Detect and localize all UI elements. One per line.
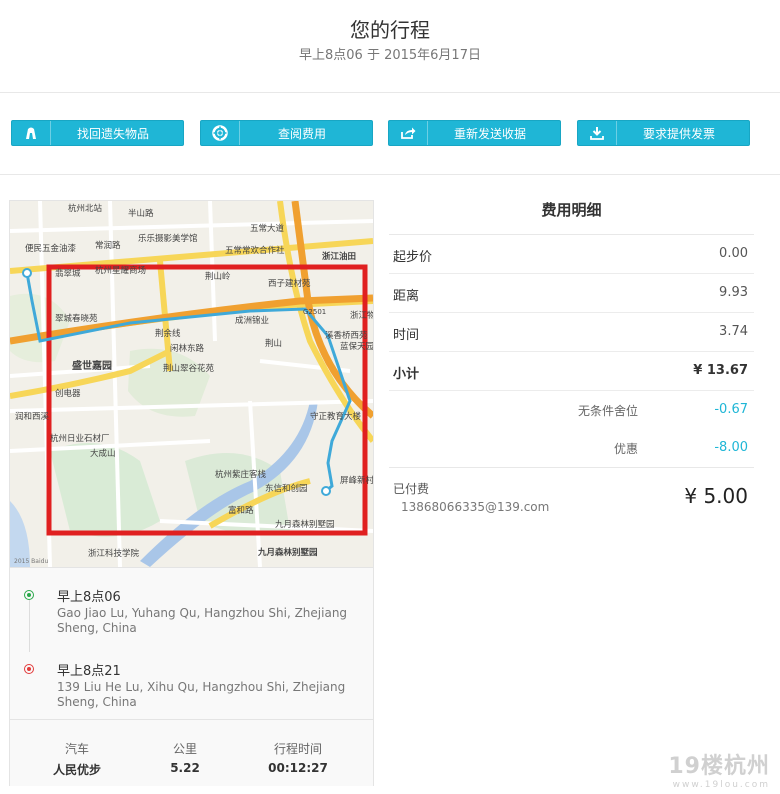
payer-email: 13868066335@139.com: [401, 500, 550, 514]
trip-stats: 汽车 人民优步 公里 5.22 行程时间 00:12:27: [10, 719, 373, 786]
trip-stops: 早上8点06 Gao Jiao Lu, Yuhang Qu, Hangzhou …: [10, 567, 373, 720]
find-lost-item-button[interactable]: 找回遗失物品: [11, 120, 184, 146]
map-label: 翠城春晓苑: [55, 313, 98, 324]
dropoff-marker-icon: [24, 664, 34, 674]
map-label: 翡翠城: [55, 268, 81, 279]
share-icon: [389, 121, 428, 145]
map-label: 大成山: [90, 448, 116, 459]
dropoff-time: 早上8点21: [57, 664, 121, 679]
map-label: 杭州北站: [68, 203, 103, 214]
map-label: 常润路: [95, 240, 121, 251]
trip-date: 早上8点06 于 2015年6月17日: [299, 48, 481, 63]
request-invoice-button[interactable]: 要求提供发票: [577, 120, 750, 146]
map-label: 荆山岭: [205, 271, 231, 282]
trip-card: 杭州北站 半山路 五常大道 乐乐摄影美学馆 五常常欢合作社 浙江油田 常润路 便…: [9, 200, 374, 786]
map-label: 荆山: [265, 338, 282, 349]
lifebuoy-icon: [201, 121, 240, 145]
fare-row-subtotal: 小计 ¥ 13.67: [389, 352, 754, 391]
map-label: 西子建材苑: [268, 278, 311, 289]
map-label: 荆余线: [155, 328, 181, 339]
map-label: 五常大道: [250, 223, 285, 234]
map-label: 润和西溪: [15, 411, 50, 422]
map-label: 屏峰新村: [340, 475, 373, 486]
download-icon: [578, 121, 617, 145]
view-fare-button[interactable]: 查阅费用: [200, 120, 373, 146]
route-map[interactable]: 杭州北站 半山路 五常大道 乐乐摄影美学馆 五常常欢合作社 浙江油田 常润路 便…: [10, 201, 373, 567]
map-label: 杭州星耀商场: [95, 265, 146, 276]
map-label: 蓝保天园: [340, 341, 373, 352]
fare-row-distance: 距离 9.93: [389, 274, 754, 313]
pickup-time: 早上8点06: [57, 590, 121, 605]
fare-breakdown: 费用明细 起步价 0.00 距离 9.93 时间 3.74 小计 ¥ 13.67…: [389, 190, 754, 528]
pickup-address: Gao Jiao Lu, Yuhang Qu, Hangzhou Shi, Zh…: [57, 606, 348, 635]
map-label: 守正教育大楼: [310, 411, 362, 422]
map-label: 成洲锦业: [235, 315, 269, 326]
trip-header: 您的行程 早上8点06 于 2015年6月17日: [0, 0, 780, 93]
duration-stat: 行程时间 00:12:27: [268, 742, 328, 775]
map-label: 浙江科技学院: [88, 548, 140, 559]
pickup-marker-icon: [24, 590, 34, 600]
distance-stat: 公里 5.22: [170, 742, 200, 775]
page-title: 您的行程: [350, 18, 430, 42]
fare-row-base: 起步价 0.00: [389, 235, 754, 274]
map-label: 五常常欢合作社: [225, 245, 285, 256]
fare-title: 费用明细: [389, 190, 754, 235]
site-watermark: 19楼杭州 www.19lou.com: [668, 754, 770, 790]
map-label: 便民五金油漆: [25, 243, 77, 254]
map-label: 浙江物流: [350, 310, 373, 321]
dropoff-address: 139 Liu He Lu, Xihu Qu, Hangzhou Shi, Zh…: [57, 680, 346, 709]
map-label: 九月森林别墅园: [275, 519, 335, 530]
lost-item-icon: [12, 121, 51, 145]
map-label: G2501: [303, 308, 326, 316]
fare-row-rounding: 无条件舍位 -0.67: [577, 402, 748, 418]
map-label: 浙江油田: [322, 251, 356, 262]
fare-row-discount: 优惠 -8.00: [613, 440, 748, 456]
resend-receipt-button[interactable]: 重新发送收据: [388, 120, 561, 146]
map-label: 溪香桥西苑: [325, 330, 368, 341]
fare-paid: 已付费 13868066335@139.com ¥ 5.00: [389, 467, 754, 528]
map-label: 杭州紫庄客栈: [215, 469, 267, 480]
map-label: 富和路: [228, 505, 254, 516]
fare-row-time: 时间 3.74: [389, 313, 754, 352]
map-label: 乐乐摄影美学馆: [138, 233, 198, 244]
map-label: 盛世嘉园: [72, 359, 112, 372]
map-label: 创电器: [55, 388, 81, 399]
map-label: 东信和创园: [265, 483, 308, 494]
map-label: 九月森林别墅园: [257, 547, 318, 558]
action-bar: 找回遗失物品 查阅费用 重新发送收据 要求提供发票: [0, 92, 780, 175]
route-connector: [29, 600, 30, 652]
map-label: 半山路: [128, 208, 154, 219]
route-map-canvas: 杭州北站 半山路 五常大道 乐乐摄影美学馆 五常常欢合作社 浙江油田 常润路 便…: [10, 201, 373, 567]
map-label: 闲林东路: [170, 343, 205, 354]
map-label: 荆山翠谷花苑: [163, 363, 215, 374]
map-copyright: 2015 Baidu: [14, 558, 48, 565]
map-label: 杭州日业石材厂: [50, 433, 110, 444]
vehicle-stat: 汽车 人民优步: [52, 742, 101, 777]
paid-amount: ¥ 5.00: [684, 484, 748, 508]
